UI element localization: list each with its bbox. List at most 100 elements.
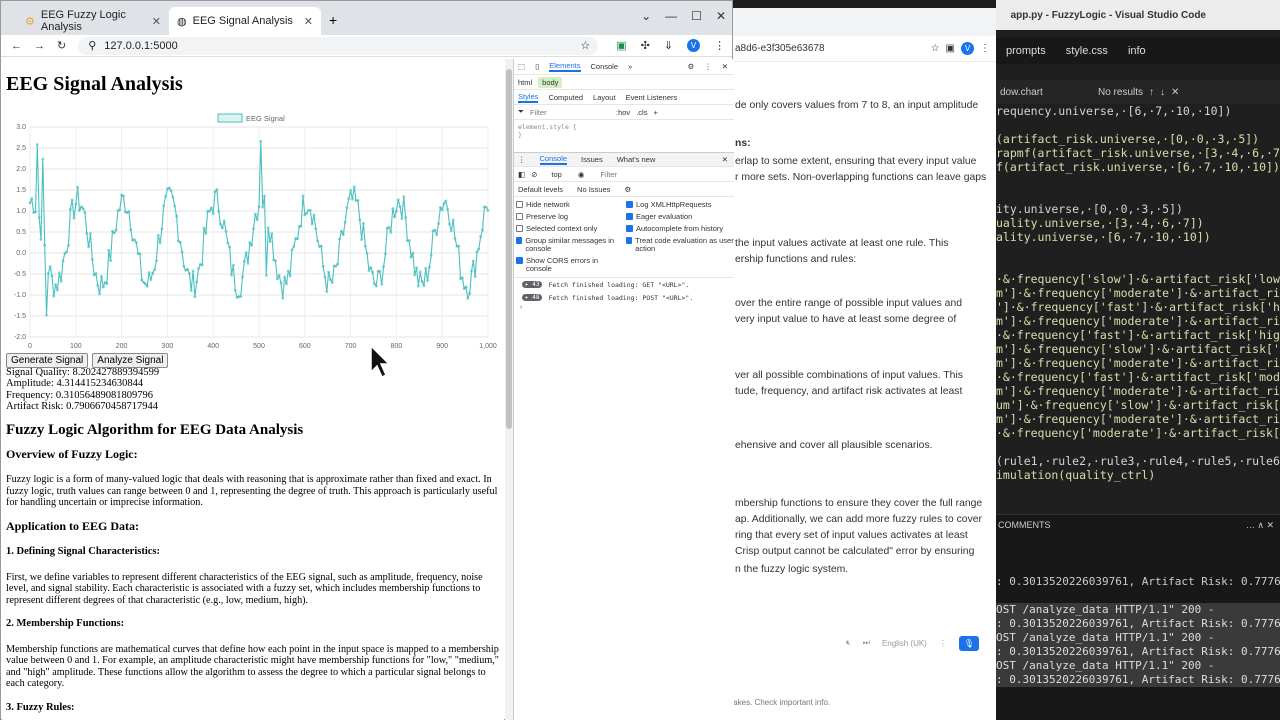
bookmark-star-icon[interactable]: ☆ <box>580 39 590 52</box>
console-setting-checkbox[interactable]: Hide network <box>516 201 626 209</box>
chevron-down-icon[interactable]: ⌄ <box>641 9 651 23</box>
more-icon[interactable]: ⋮ <box>939 639 947 648</box>
eye-icon[interactable]: ◉ <box>578 170 585 179</box>
unchecked-icon[interactable] <box>516 225 523 232</box>
tab-computed[interactable]: Computed <box>548 93 583 102</box>
levels-select[interactable]: Default levels <box>518 185 563 194</box>
forward-icon[interactable]: → <box>34 40 45 52</box>
reload-icon[interactable]: ↻ <box>57 39 66 52</box>
drawer-menu-icon[interactable]: ⋮ <box>518 155 526 164</box>
code-line: ity.universe,·[0,·0,·3,·5]) <box>996 202 1183 216</box>
close-icon[interactable]: ✕ <box>1171 87 1179 98</box>
drawer-tab-console[interactable]: Console <box>539 154 568 165</box>
avatar[interactable]: V <box>961 42 974 55</box>
console-setting-checkbox[interactable]: Selected context only <box>516 225 626 233</box>
vscode-tab-info[interactable]: info <box>1118 45 1156 57</box>
tab-event-listeners[interactable]: Event Listeners <box>626 93 678 102</box>
console-setting-checkbox[interactable]: Show CORS errors in console <box>516 257 626 273</box>
console-message[interactable]: ▸ 43 Fetch finished loading: GET "<URL>". <box>514 278 734 291</box>
close-tab-icon[interactable]: ✕ <box>304 15 313 28</box>
panel-controls[interactable]: … ∧ ✕ <box>1246 520 1274 531</box>
mic-button[interactable]: 🎙︎ <box>958 635 979 651</box>
unchecked-icon[interactable] <box>516 201 523 208</box>
close-window-button[interactable]: ✕ <box>716 9 726 23</box>
console-setting-checkbox[interactable]: Group similar messages in console <box>516 237 626 253</box>
close-tab-icon[interactable]: ✕ <box>152 15 161 28</box>
vscode-tab-prompts[interactable]: prompts <box>996 45 1056 57</box>
cls-toggle[interactable]: .cls <box>636 108 647 117</box>
hov-toggle[interactable]: :hov <box>616 108 630 117</box>
back-icon[interactable]: ← <box>11 40 22 52</box>
tab-console[interactable]: Console <box>591 62 619 71</box>
drawer-tab-whats-new[interactable]: What's new <box>617 155 656 164</box>
star-icon[interactable]: ☆ <box>931 43 940 54</box>
extension-icon[interactable]: ▣ <box>946 43 955 54</box>
analyze-signal-button[interactable]: Analyze Signal <box>92 353 169 368</box>
tab-eeg-fuzzy[interactable]: ⚙ EEG Fuzzy Logic Analysis ✕ <box>17 7 169 35</box>
sidebar-icon[interactable]: ◧ <box>518 170 525 179</box>
crumb-body[interactable]: body <box>538 76 563 88</box>
console-prompt[interactable]: › <box>514 304 734 311</box>
generate-signal-button[interactable]: Generate Signal <box>6 353 89 368</box>
scroll-thumb[interactable] <box>506 69 512 429</box>
tab-elements[interactable]: Elements <box>549 61 581 72</box>
unchecked-icon[interactable] <box>516 213 523 220</box>
page-scrollbar[interactable] <box>505 59 513 720</box>
checked-icon[interactable] <box>626 213 633 220</box>
add-rule-icon[interactable]: + <box>653 108 657 117</box>
language-select[interactable]: English (UK) <box>882 639 927 648</box>
checked-icon[interactable] <box>516 237 523 244</box>
menu-icon[interactable]: ⋮ <box>714 39 725 52</box>
chat-url[interactable]: a8d6-e3f305e63678 <box>735 43 825 54</box>
close-icon[interactable]: ✕ <box>722 62 734 71</box>
inspect-icon[interactable]: ⬚ <box>518 62 525 71</box>
address-input[interactable]: ⚲ 127.0.0.1:5000 ☆ <box>78 36 599 55</box>
more-tabs-icon[interactable]: » <box>628 62 632 71</box>
context-select[interactable]: top <box>551 170 561 179</box>
console-setting-checkbox[interactable]: Treat code evaluation as user action <box>626 237 736 253</box>
chat-address-bar[interactable]: a8d6-e3f305e63678 ☆ ▣ V ⋮ <box>731 36 996 62</box>
console-setting-checkbox[interactable]: Preserve log <box>516 213 626 221</box>
console-setting-checkbox[interactable]: Log XMLHttpRequests <box>626 201 736 209</box>
code-editor[interactable]: requency.universe,·[6,·7,·10,·10]) (artif… <box>996 104 1280 514</box>
site-info-icon[interactable]: ⚲ <box>88 39 96 52</box>
checked-icon[interactable] <box>516 257 523 264</box>
menu-icon[interactable]: ⋮ <box>980 43 996 54</box>
terminal-output[interactable]: : 0.3013520226039761, Artifact Risk: 0.7… <box>996 575 1280 687</box>
gear-icon[interactable]: ⚙ <box>687 62 694 71</box>
panel-title[interactable]: COMMENTS <box>998 520 1051 530</box>
tab-layout[interactable]: Layout <box>593 93 616 102</box>
tab-styles[interactable]: Styles <box>518 92 539 103</box>
console-setting-checkbox[interactable]: Eager evaluation <box>626 213 736 221</box>
maximize-button[interactable]: ☐ <box>691 9 702 23</box>
tab-eeg-signal[interactable]: ◍ EEG Signal Analysis ✕ <box>169 7 321 35</box>
new-tab-button[interactable]: + <box>329 12 337 28</box>
issues-count[interactable]: No Issues <box>577 185 610 194</box>
puzzle-icon[interactable]: ✣ <box>641 39 650 52</box>
crumb-html[interactable]: html <box>518 78 532 87</box>
vscode-find-input[interactable]: dow.chart <box>1000 87 1092 98</box>
mute-icon[interactable]: 🔇︎ <box>846 638 851 648</box>
console-message[interactable]: ▸ 48 Fetch finished loading: POST "<URL>"… <box>514 291 734 304</box>
close-icon[interactable]: ✕ <box>722 155 734 164</box>
download-icon[interactable]: ⇓ <box>664 39 673 52</box>
checked-icon[interactable] <box>626 201 633 208</box>
device-icon[interactable]: ▯ <box>535 62 539 71</box>
gear-icon[interactable]: ⚙ <box>624 185 631 194</box>
console-filter-input[interactable]: Filter <box>600 170 617 179</box>
avatar[interactable]: V <box>687 39 701 52</box>
skip-icon[interactable]: ⏭︎ <box>863 638 870 648</box>
checked-icon[interactable] <box>626 237 633 244</box>
extension-icon[interactable]: ▣ <box>616 39 626 52</box>
arrow-down-icon[interactable]: ↓ <box>1160 87 1165 98</box>
element-style[interactable]: element.style { } <box>514 120 734 152</box>
clear-console-icon[interactable]: ⊘ <box>531 170 537 179</box>
vscode-tab-style[interactable]: style.css <box>1056 45 1118 57</box>
console-setting-checkbox[interactable]: Autocomplete from history <box>626 225 736 233</box>
checked-icon[interactable] <box>626 225 633 232</box>
minimize-button[interactable]: — <box>665 9 677 23</box>
styles-filter-input[interactable]: Filter <box>530 108 610 117</box>
more-icon[interactable]: ⋮ <box>704 62 712 71</box>
drawer-tab-issues[interactable]: Issues <box>581 155 603 164</box>
arrow-up-icon[interactable]: ↑ <box>1149 87 1154 98</box>
